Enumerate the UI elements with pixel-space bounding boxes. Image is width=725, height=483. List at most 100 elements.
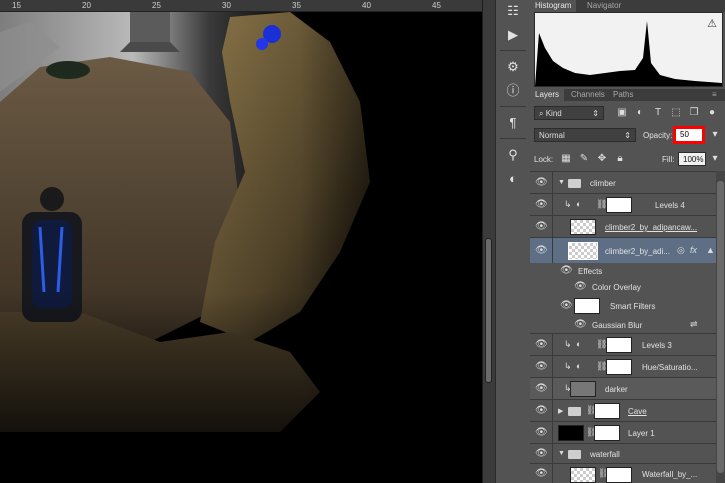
paragraph-icon[interactable]: ¶ [503, 114, 523, 132]
tab-channels[interactable]: Channels [566, 89, 610, 101]
effects-row[interactable]: 👁︎ Effects [530, 263, 716, 279]
visibility-eye-icon[interactable]: 👁︎ [535, 221, 548, 232]
warning-icon[interactable]: ⚠ [707, 17, 717, 30]
filter-item[interactable]: 👁︎ Gaussian Blur ⇌ [530, 317, 716, 333]
visibility-eye-icon[interactable]: 👁︎ [560, 300, 573, 311]
layer-thumbnail[interactable] [568, 242, 598, 260]
layer-mask-thumbnail[interactable] [606, 359, 632, 375]
lock-position-icon[interactable]: ✥ [596, 153, 608, 165]
histogram-graph [535, 21, 722, 86]
filter-kind-select[interactable]: ⌕ Kind ⇕ [534, 106, 604, 120]
opacity-dropdown-icon[interactable]: ▾ [709, 129, 721, 141]
layer-row[interactable]: 👁︎ ↳ ◐ ⛓ Hue/Saturatio... [530, 355, 716, 377]
effect-item[interactable]: 👁︎ Color Overlay [530, 279, 716, 295]
opacity-input[interactable]: 50 [673, 126, 705, 144]
filter-smart-object-icon[interactable]: ❐ [688, 107, 700, 119]
layer-name: climber2_by_adipancaw... [605, 223, 698, 232]
visibility-eye-icon[interactable]: 👁︎ [535, 199, 548, 210]
layer-thumbnail[interactable] [570, 381, 596, 397]
layer-row[interactable]: 👁︎ ⛓ Waterfall_by_... [530, 463, 716, 483]
layer-row[interactable]: 👁︎ ▶ ⛓ Cave [530, 399, 716, 421]
visibility-eye-icon[interactable]: 👁︎ [535, 177, 548, 188]
visibility-eye-icon[interactable]: 👁︎ [535, 361, 548, 372]
filter-name: Gaussian Blur [592, 321, 643, 330]
visibility-eye-icon[interactable]: 👁︎ [535, 448, 548, 459]
layer-row[interactable]: 👁︎ climber2_by_adipancaw... [530, 215, 716, 237]
layer-name: darker [605, 385, 628, 394]
filter-mask-thumbnail[interactable] [574, 298, 600, 314]
expand-triangle-icon[interactable]: ▶ [558, 407, 563, 415]
ruler-tick: 40 [362, 1, 371, 10]
ruler-tick: 20 [82, 1, 91, 10]
tab-paths[interactable]: Paths [608, 89, 638, 101]
layer-row[interactable]: 👁︎ ▼ climber [530, 171, 716, 193]
panel-menu-icon[interactable]: ≡ [707, 89, 722, 101]
layer-mask-thumbnail[interactable] [606, 337, 632, 353]
filter-toggle-icon[interactable]: ● [706, 107, 718, 119]
collapse-effects-icon[interactable]: ▲ [706, 245, 715, 255]
smart-filters-row[interactable]: 👁︎ Smart Filters [530, 295, 716, 317]
layer-name: climber2_by_adi... [605, 247, 670, 256]
document-canvas[interactable]: 15 20 25 30 35 40 45 [0, 0, 482, 483]
visibility-eye-icon[interactable]: 👁︎ [535, 245, 548, 256]
collapse-triangle-icon[interactable]: ▼ [558, 450, 565, 457]
layer-mask-thumbnail[interactable] [606, 197, 632, 213]
lock-all-icon[interactable]: 🔒︎ [614, 153, 626, 165]
photo-composite [0, 12, 482, 483]
paths-icon[interactable]: ◐ [503, 170, 523, 188]
canvas-vertical-scrollbar[interactable] [482, 0, 495, 483]
layer-row[interactable]: 👁︎ ⛓ Layer 1 [530, 421, 716, 443]
visibility-eye-icon[interactable]: 👁︎ [574, 281, 587, 292]
visibility-eye-icon[interactable]: 👁︎ [560, 265, 573, 276]
filter-pixel-icon[interactable]: ▣ [616, 107, 628, 119]
chevron-down-icon: ⇕ [592, 109, 599, 118]
panel-icon-strip: ☷ ▶ ⚙ ⓘ ¶ ⚲ ◐ [495, 0, 531, 483]
layer-thumbnail[interactable] [570, 467, 596, 483]
layer-thumbnail[interactable] [570, 219, 596, 235]
layer-row[interactable]: 👁︎ ↳ darker [530, 377, 716, 399]
layer-thumbnail[interactable] [558, 425, 584, 441]
fill-input[interactable]: 100% [678, 152, 706, 166]
fx-icon[interactable]: fx [690, 245, 697, 255]
ruler-tick: 25 [152, 1, 161, 10]
scrollbar-thumb[interactable] [717, 181, 724, 473]
filter-type-icon[interactable]: T [652, 107, 664, 119]
actions-play-icon[interactable]: ▶ [503, 26, 523, 44]
lock-label: Lock: [534, 155, 554, 164]
visibility-eye-icon[interactable]: 👁︎ [535, 339, 548, 350]
clone-source-icon[interactable]: ⚲ [503, 146, 523, 164]
scrollbar-thumb[interactable] [485, 238, 492, 383]
filter-options-icon[interactable]: ⇌ [690, 319, 698, 330]
collapse-triangle-icon[interactable]: ▼ [558, 179, 565, 186]
visibility-eye-icon[interactable]: 👁︎ [535, 427, 548, 438]
effect-name: Color Overlay [592, 283, 641, 292]
group-mask-thumbnail[interactable] [594, 403, 620, 419]
layer-row[interactable]: 👁︎ ↳ ◐ ⛓ Levels 3 [530, 333, 716, 355]
visibility-eye-icon[interactable]: 👁︎ [535, 383, 548, 394]
layer-row[interactable]: 👁︎ ▼ waterfall [530, 443, 716, 463]
filter-adjustment-icon[interactable]: ◐ [634, 107, 646, 119]
tab-navigator[interactable]: Navigator [582, 0, 626, 12]
ruler-tick: 30 [222, 1, 231, 10]
tool-presets-icon[interactable]: ⚙ [503, 58, 523, 76]
layer-row-selected[interactable]: 👁︎ climber2_by_adi... ◎ fx ▲ [530, 237, 716, 263]
layer-name: Cave [628, 407, 647, 416]
blend-mode-select[interactable]: Normal ⇕ [534, 128, 636, 142]
visibility-eye-icon[interactable]: 👁︎ [574, 319, 587, 330]
tab-histogram[interactable]: Histogram [530, 0, 577, 12]
layer-mask-thumbnail[interactable] [594, 425, 620, 441]
info-icon[interactable]: ⓘ [503, 82, 523, 100]
history-icon[interactable]: ☷ [503, 2, 523, 20]
visibility-eye-icon[interactable]: 👁︎ [535, 468, 548, 479]
layer-mask-thumbnail[interactable] [606, 467, 632, 483]
layers-scrollbar[interactable] [716, 171, 725, 483]
visibility-eye-icon[interactable]: 👁︎ [535, 405, 548, 416]
lock-transparent-icon[interactable]: ▦ [560, 153, 572, 165]
filter-shape-icon[interactable]: ⬚ [670, 107, 682, 119]
lock-image-icon[interactable]: ✎ [578, 153, 590, 165]
filter-kind-label: Kind [545, 109, 562, 118]
opacity-label: Opacity: [643, 131, 673, 140]
layer-row[interactable]: 👁︎ ↳ ◐ ⛓ Levels 4 [530, 193, 716, 215]
tab-layers[interactable]: Layers [530, 89, 565, 101]
fill-dropdown-icon[interactable]: ▾ [709, 153, 721, 165]
